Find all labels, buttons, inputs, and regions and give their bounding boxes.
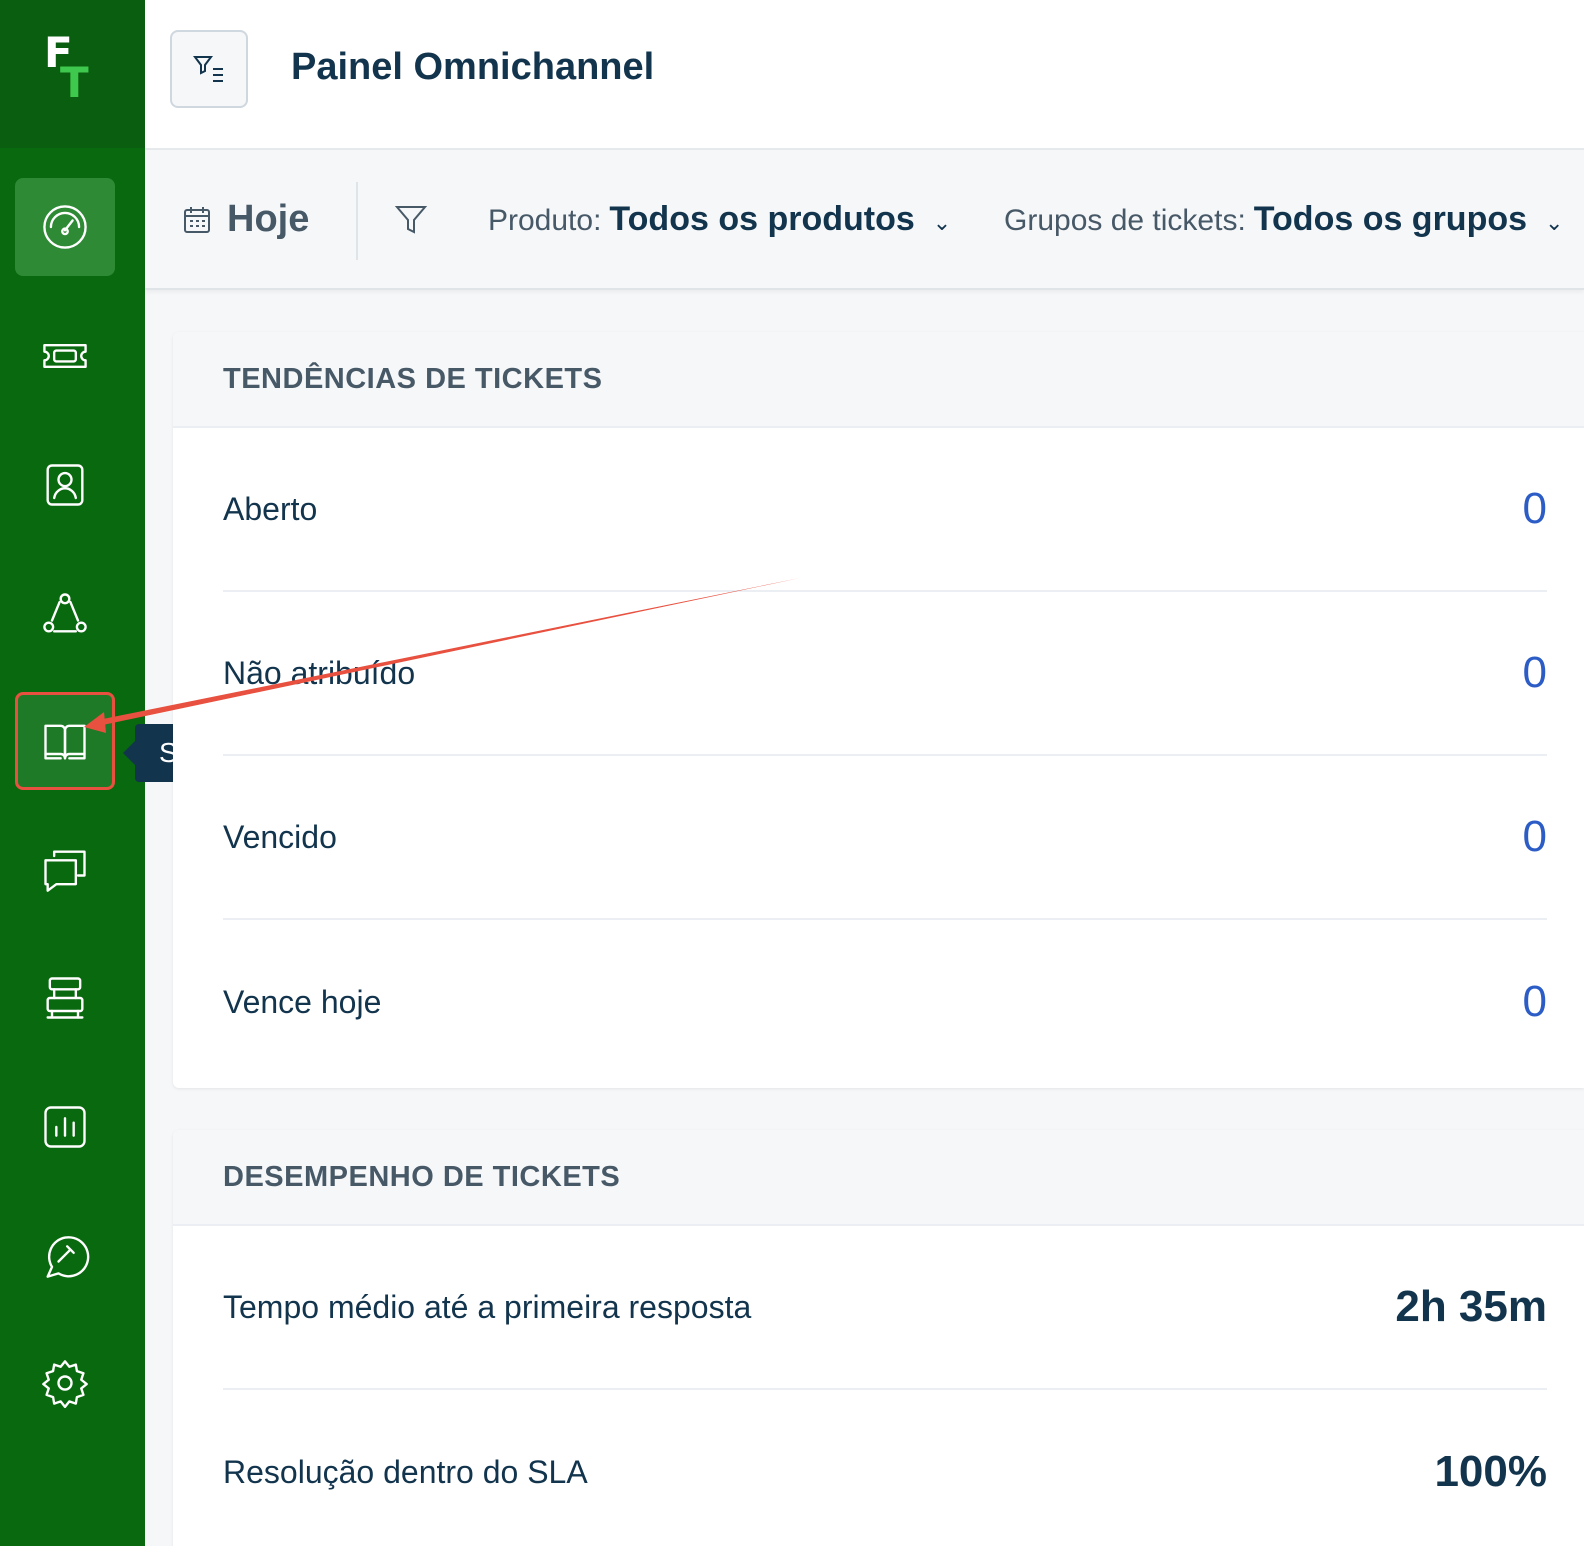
metric-label: Não atribuído [223, 654, 416, 691]
metric-value[interactable]: 0 [1523, 812, 1547, 862]
ticket-trends-card: TENDÊNCIAS DE TICKETS Aberto 0 Não atrib… [173, 332, 1584, 1088]
group-network-icon [43, 593, 87, 633]
metric-value[interactable]: 0 [1523, 484, 1547, 534]
filter-toggle-button[interactable] [170, 30, 248, 108]
admin-tools-icon [46, 977, 84, 1019]
date-filter-label: Hoje [227, 198, 310, 240]
dashboard-gauge-icon [43, 205, 87, 249]
trend-row-unassigned[interactable]: Não atribuído 0 [223, 592, 1547, 756]
metric-value: 2h 35m [1395, 1282, 1547, 1331]
metric-value: 100% [1434, 1447, 1547, 1496]
page-title: Painel Omnichannel [291, 46, 655, 88]
metric-value[interactable]: 0 [1523, 648, 1547, 698]
gear-icon [42, 1360, 88, 1409]
performance-row-first-response: Tempo médio até a primeira resposta 2h 3… [223, 1226, 1547, 1390]
sidebar-item-tickets[interactable] [15, 307, 115, 405]
calendar-icon [184, 206, 210, 233]
metric-label: Aberto [223, 490, 318, 527]
filter-bar: Hoje Produto: Todos os produtos ⌄ Grupos… [145, 150, 1584, 290]
sidebar: F T [0, 0, 145, 1546]
chevron-down-icon: ⌄ [932, 210, 952, 235]
metric-label: Vencido [223, 818, 337, 855]
product-filter-label: Produto: [488, 204, 602, 237]
trend-row-open[interactable]: Aberto 0 [223, 428, 1547, 592]
date-filter-button[interactable]: Hoje [181, 198, 309, 241]
filter-list-icon [193, 56, 223, 82]
metric-label: Resolução dentro do SLA [223, 1453, 588, 1490]
card-title: DESEMPENHO DE TICKETS [223, 1160, 621, 1193]
ticket-icon [43, 343, 87, 369]
sidebar-item-reports[interactable] [15, 1078, 115, 1176]
product-filter-dropdown[interactable]: Produto: Todos os produtos ⌄ [488, 200, 951, 239]
performance-row-sla-resolution: Resolução dentro do SLA 100% [223, 1390, 1547, 1546]
ticket-performance-card: DESEMPENHO DE TICKETS Tempo médio até a … [173, 1130, 1584, 1546]
funnel-icon [394, 206, 428, 234]
contact-card-icon [46, 464, 84, 506]
sidebar-item-contacts[interactable] [15, 436, 115, 534]
sidebar-item-dashboard[interactable] [15, 178, 115, 276]
filter-divider [356, 182, 358, 260]
trend-row-overdue[interactable]: Vencido 0 [223, 756, 1547, 920]
sidebar-item-admin[interactable] [15, 949, 115, 1047]
logo-letter-t: T [60, 58, 89, 107]
chat-bubbles-icon [44, 850, 86, 892]
chevron-down-icon: ⌄ [1545, 210, 1564, 235]
trend-row-due-today[interactable]: Vence hoje 0 [223, 920, 1547, 1084]
book-icon [44, 724, 86, 760]
sidebar-item-conversations[interactable] [15, 820, 115, 918]
compass-wrench-icon [46, 1236, 90, 1278]
metric-label: Tempo médio até a primeira resposta [223, 1288, 752, 1325]
card-title: TENDÊNCIAS DE TICKETS [223, 362, 603, 395]
card-header: DESEMPENHO DE TICKETS [173, 1130, 1584, 1226]
product-filter-value: Todos os produtos [609, 200, 915, 238]
app-logo[interactable]: F T [44, 32, 92, 104]
page-header: Painel Omnichannel [145, 0, 1584, 150]
bar-chart-icon [44, 1106, 86, 1148]
sidebar-item-settings[interactable] [15, 1334, 115, 1432]
sidebar-item-help[interactable] [15, 1206, 115, 1304]
logo-area: F T [0, 0, 145, 148]
advanced-filter-button[interactable] [393, 202, 429, 238]
groups-filter-value: Todos os grupos [1253, 200, 1528, 238]
sidebar-item-groups[interactable] [15, 565, 115, 663]
metric-value[interactable]: 0 [1523, 977, 1547, 1027]
metric-label: Vence hoje [223, 983, 382, 1020]
ticket-groups-filter-dropdown[interactable]: Grupos de tickets: Todos os grupos ⌄ [1004, 200, 1563, 239]
groups-filter-label: Grupos de tickets: [1004, 204, 1246, 237]
sidebar-item-solutions[interactable] [15, 692, 115, 790]
card-header: TENDÊNCIAS DE TICKETS [173, 332, 1584, 428]
